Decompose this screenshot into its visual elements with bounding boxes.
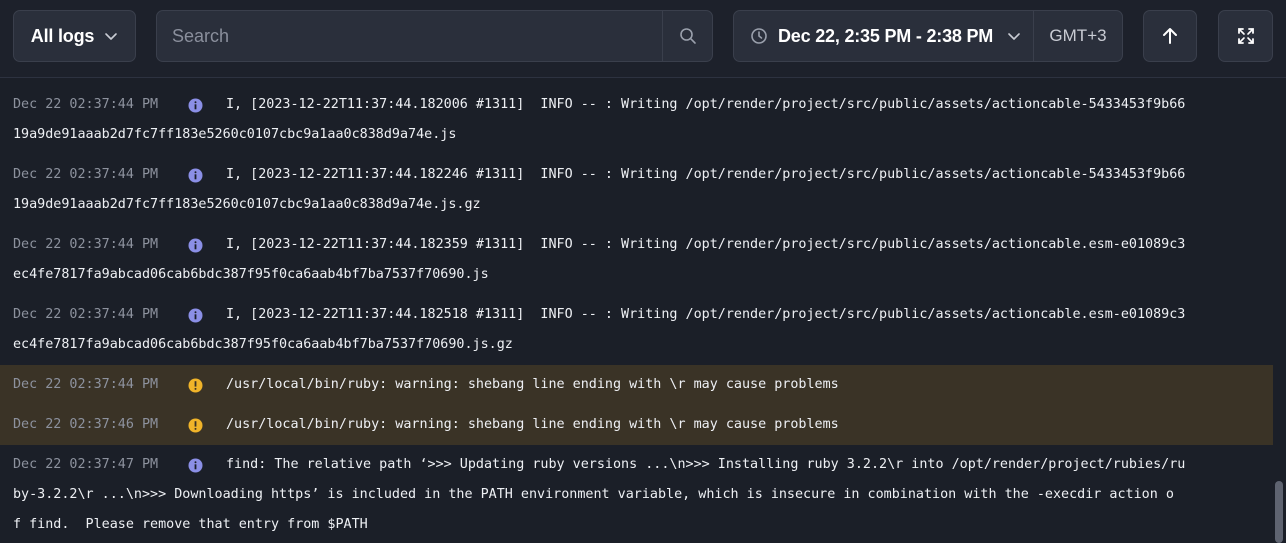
log-timestamp: Dec 22 02:37:44 PM (13, 97, 159, 112)
log-message: find: The relative path ‘>>> Updating ru… (226, 457, 1186, 472)
log-message: I, [2023-12-22T11:37:44.182518 #1311] IN… (226, 307, 1186, 322)
info-icon (188, 238, 203, 253)
log-toolbar: All logs Dec 22, 2:35 PM - 2:38 PM GMT+3 (0, 0, 1286, 78)
log-timestamp: Dec 22 02:37:44 PM (13, 377, 159, 392)
log-entry[interactable]: Dec 22 02:37:44 PM I, [2023-12-22T11:37:… (0, 219, 1273, 289)
log-entry[interactable]: Dec 22 02:37:47 PM find: The relative pa… (0, 445, 1273, 543)
info-icon (188, 308, 203, 323)
info-icon (188, 458, 203, 473)
time-range-dropdown[interactable]: Dec 22, 2:35 PM - 2:38 PM (734, 11, 1034, 61)
log-message: I, [2023-12-22T11:37:44.182006 #1311] IN… (226, 97, 1186, 112)
info-icon (188, 98, 203, 113)
warning-icon (188, 378, 203, 393)
search-icon (679, 28, 696, 44)
log-message: I, [2023-12-22T11:37:44.182246 #1311] IN… (226, 167, 1186, 182)
log-entry[interactable]: Dec 22 02:37:44 PM I, [2023-12-22T11:37:… (0, 79, 1273, 149)
log-message-continued: 19a9de91aaab2d7fc7ff183e5260c0107cbc9a1a… (13, 127, 457, 142)
log-list: Dec 22 02:37:44 PM I, [2023-12-22T11:37:… (0, 79, 1286, 543)
warning-icon (188, 418, 203, 433)
log-timestamp: Dec 22 02:37:47 PM (13, 457, 159, 472)
log-message-continued: 19a9de91aaab2d7fc7ff183e5260c0107cbc9a1a… (13, 197, 481, 212)
time-range-picker: Dec 22, 2:35 PM - 2:38 PM GMT+3 (733, 10, 1123, 62)
scroll-to-top-button[interactable] (1143, 10, 1197, 62)
fullscreen-button[interactable] (1218, 10, 1273, 62)
timezone-label: GMT+3 (1049, 26, 1107, 45)
log-scrollbar[interactable] (1275, 481, 1283, 543)
log-entry[interactable]: Dec 22 02:37:44 PM I, [2023-12-22T11:37:… (0, 149, 1273, 219)
log-message-continued: ec4fe7817fa9abcad06cab6bdc387f95f0ca6aab… (13, 267, 489, 282)
clock-icon (751, 28, 767, 44)
chevron-down-icon (1008, 33, 1020, 40)
log-message-continued: f find. Please remove that entry from $P… (13, 517, 368, 532)
log-entry-warning[interactable]: Dec 22 02:37:44 PM /usr/local/bin/ruby: … (0, 365, 1273, 405)
info-icon (188, 168, 203, 183)
log-message-continued: ec4fe7817fa9abcad06cab6bdc387f95f0ca6aab… (13, 337, 513, 352)
chevron-down-icon (105, 33, 118, 40)
search-button[interactable] (662, 11, 712, 61)
search-box (156, 10, 713, 62)
fullscreen-icon (1237, 28, 1254, 44)
log-message: I, [2023-12-22T11:37:44.182359 #1311] IN… (226, 237, 1186, 252)
log-timestamp: Dec 22 02:37:46 PM (13, 417, 159, 432)
log-timestamp: Dec 22 02:37:44 PM (13, 167, 159, 182)
log-message: /usr/local/bin/ruby: warning: shebang li… (226, 417, 839, 432)
log-filter-dropdown[interactable]: All logs (13, 10, 136, 62)
log-timestamp: Dec 22 02:37:44 PM (13, 307, 159, 322)
time-range-label: Dec 22, 2:35 PM - 2:38 PM (778, 25, 994, 46)
arrow-up-icon (1163, 28, 1177, 44)
timezone-selector[interactable]: GMT+3 (1034, 11, 1122, 61)
log-entry-warning[interactable]: Dec 22 02:37:46 PM /usr/local/bin/ruby: … (0, 405, 1273, 445)
log-timestamp: Dec 22 02:37:44 PM (13, 237, 159, 252)
log-entry[interactable]: Dec 22 02:37:44 PM I, [2023-12-22T11:37:… (0, 289, 1273, 365)
log-message: /usr/local/bin/ruby: warning: shebang li… (226, 377, 839, 392)
log-message-continued: by-3.2.2\r ...\n>>> Downloading https’ i… (13, 487, 1174, 502)
log-filter-label: All logs (30, 25, 95, 46)
search-input[interactable] (157, 11, 662, 61)
